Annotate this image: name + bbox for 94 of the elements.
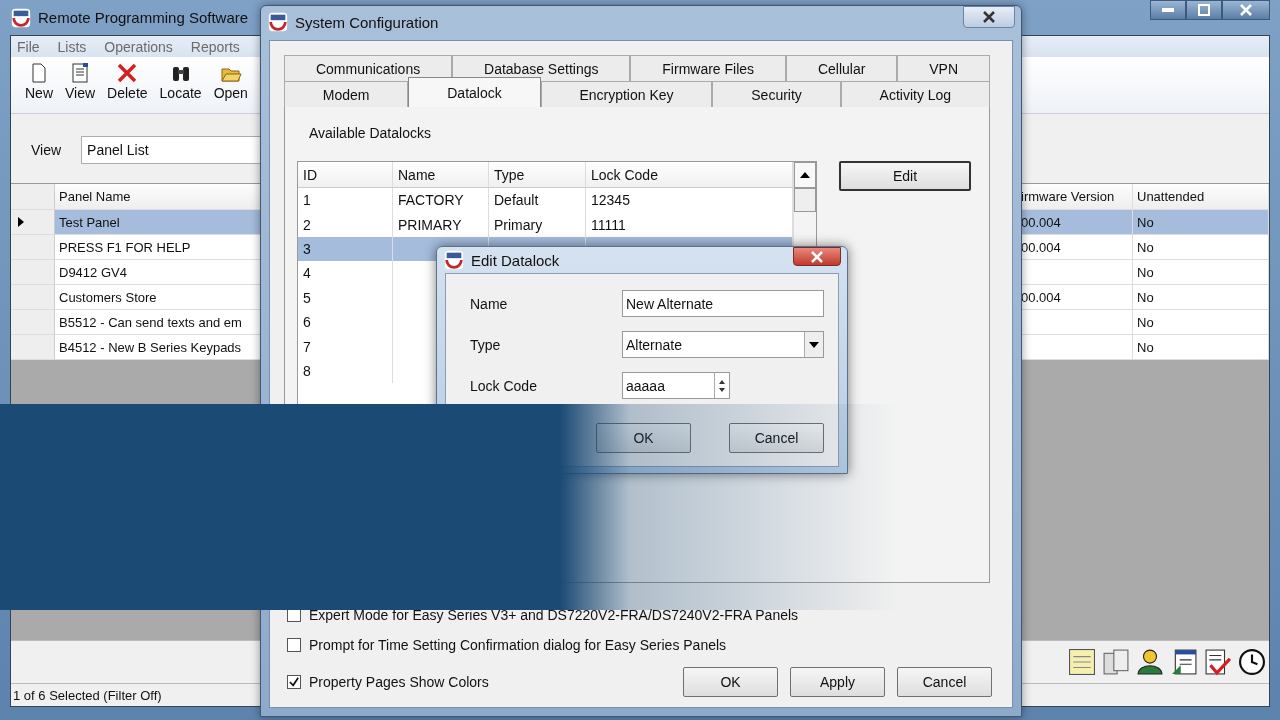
table-cell: PRIMARY [398, 216, 462, 233]
tab[interactable]: VPN [897, 55, 990, 81]
field-label: Name [470, 295, 508, 312]
minimize-button[interactable] [1150, 0, 1186, 20]
field-label: Type [470, 336, 501, 353]
person-icon[interactable] [1137, 649, 1163, 675]
toolbar-button[interactable]: Delete [105, 59, 150, 111]
menu-item[interactable]: Operations [104, 38, 173, 55]
toolbar-button[interactable]: New [23, 59, 55, 111]
current-row-icon [17, 216, 25, 228]
dialog-button[interactable]: Cancel [897, 667, 992, 697]
spinner-icon[interactable] [719, 379, 725, 392]
rps-logo-icon [267, 11, 289, 33]
table-cell: No [1133, 260, 1269, 284]
table-cell: Default [494, 192, 539, 209]
table-cell: 11111 [591, 216, 626, 233]
rps-logo-icon [10, 6, 32, 29]
maximize-button[interactable] [1186, 0, 1222, 20]
table-cell: Primary [494, 216, 543, 233]
checkbox[interactable] [287, 608, 301, 622]
menu-item[interactable]: File [17, 38, 40, 55]
check-icon [289, 677, 299, 687]
checkbox-label: Prompt for Time Setting Confirmation dialog for Easy Series Panels [309, 637, 727, 653]
clock-icon[interactable] [1239, 649, 1265, 675]
maximize-icon [1198, 4, 1210, 16]
table-cell: 6 [303, 314, 311, 331]
checkbox-label: Property Pages Show Colors [309, 674, 489, 690]
menu-item[interactable]: Reports [190, 38, 240, 55]
documents-icon[interactable] [1103, 649, 1129, 675]
dialog-title: System Configuration [295, 13, 439, 31]
notepad-icon[interactable] [1069, 649, 1095, 675]
checklist-icon[interactable] [1205, 649, 1231, 675]
table-cell: 4 [303, 265, 311, 282]
up-arrow-icon [800, 172, 810, 178]
dialog-button[interactable]: Cancel [729, 423, 824, 453]
close-icon [1240, 4, 1252, 16]
report-icon[interactable] [1171, 649, 1197, 675]
table-cell: 00.004 [1021, 239, 1061, 255]
toolbar-button[interactable]: Locate [157, 59, 204, 111]
table-cell: No [1133, 335, 1269, 359]
table-cell: 00.004 [1021, 214, 1061, 230]
column-header[interactable]: Unattended [1133, 184, 1269, 209]
column-header[interactable]: Type [489, 162, 586, 187]
edit-button[interactable]: Edit [839, 161, 971, 191]
table-cell: 3 [303, 240, 311, 257]
tab[interactable]: Cellular [786, 55, 898, 81]
type-dropdown[interactable]: Alternate [622, 331, 824, 358]
tab[interactable]: Firmware Files [630, 55, 787, 81]
status-text: 1 of 6 Selected (Filter Off) [13, 687, 162, 703]
close-button[interactable] [793, 247, 841, 266]
table-cell: No [1133, 310, 1269, 334]
tab[interactable]: Activity Log [840, 81, 990, 107]
lock-code-field[interactable]: aaaaa [622, 372, 730, 399]
tab[interactable]: Datalock [408, 77, 541, 107]
column-header[interactable]: ID [298, 162, 393, 187]
tab[interactable]: Encryption Key [540, 81, 713, 107]
table-cell: No [1133, 210, 1269, 234]
column-header[interactable]: Name [393, 162, 489, 187]
minimize-icon [1162, 8, 1174, 12]
close-icon [811, 250, 823, 263]
dialog-button[interactable]: Apply [790, 667, 885, 697]
close-button[interactable] [963, 6, 1015, 28]
toolbar-button[interactable]: Open [211, 59, 250, 111]
name-field[interactable]: New Alternate [622, 290, 824, 317]
dialog-button[interactable]: OK [683, 667, 778, 697]
view-label: View [31, 141, 62, 158]
close-button[interactable] [1222, 0, 1270, 20]
tab[interactable]: Security [712, 81, 841, 107]
tab[interactable]: Communications [284, 55, 453, 81]
tab[interactable]: Database Settings [452, 55, 631, 81]
checkbox-label: Expert Mode for Easy Series V3+ and DS7220V2-FRA/DS7240V2-FRA Panels [309, 607, 799, 623]
window-title: Remote Programming Software [38, 9, 249, 26]
table-cell: 12345 [591, 192, 630, 209]
rps-logo-icon [443, 249, 465, 271]
table-cell: FACTORY [398, 192, 464, 209]
checkbox[interactable] [287, 675, 301, 689]
toolbar-button[interactable]: View [63, 59, 98, 111]
field-label: Lock Code [470, 377, 537, 394]
table-cell: 5 [303, 289, 311, 306]
table-cell: No [1133, 285, 1269, 309]
table-cell: 7 [303, 338, 311, 355]
dialog-button[interactable]: OK [596, 423, 691, 453]
scrollbar-thumb[interactable] [794, 188, 816, 212]
checkbox[interactable] [287, 638, 301, 652]
caret-icon [809, 341, 819, 348]
table-cell: No [1133, 235, 1269, 259]
menu-item[interactable]: Lists [57, 38, 87, 55]
table-cell: 2 [303, 216, 311, 233]
close-icon [983, 11, 995, 23]
table-cell: 8 [303, 362, 311, 379]
table-cell: 1 [303, 192, 311, 209]
table-cell: 00.004 [1021, 289, 1061, 305]
tab[interactable]: Modem [284, 81, 409, 107]
row-header[interactable] [11, 210, 55, 234]
